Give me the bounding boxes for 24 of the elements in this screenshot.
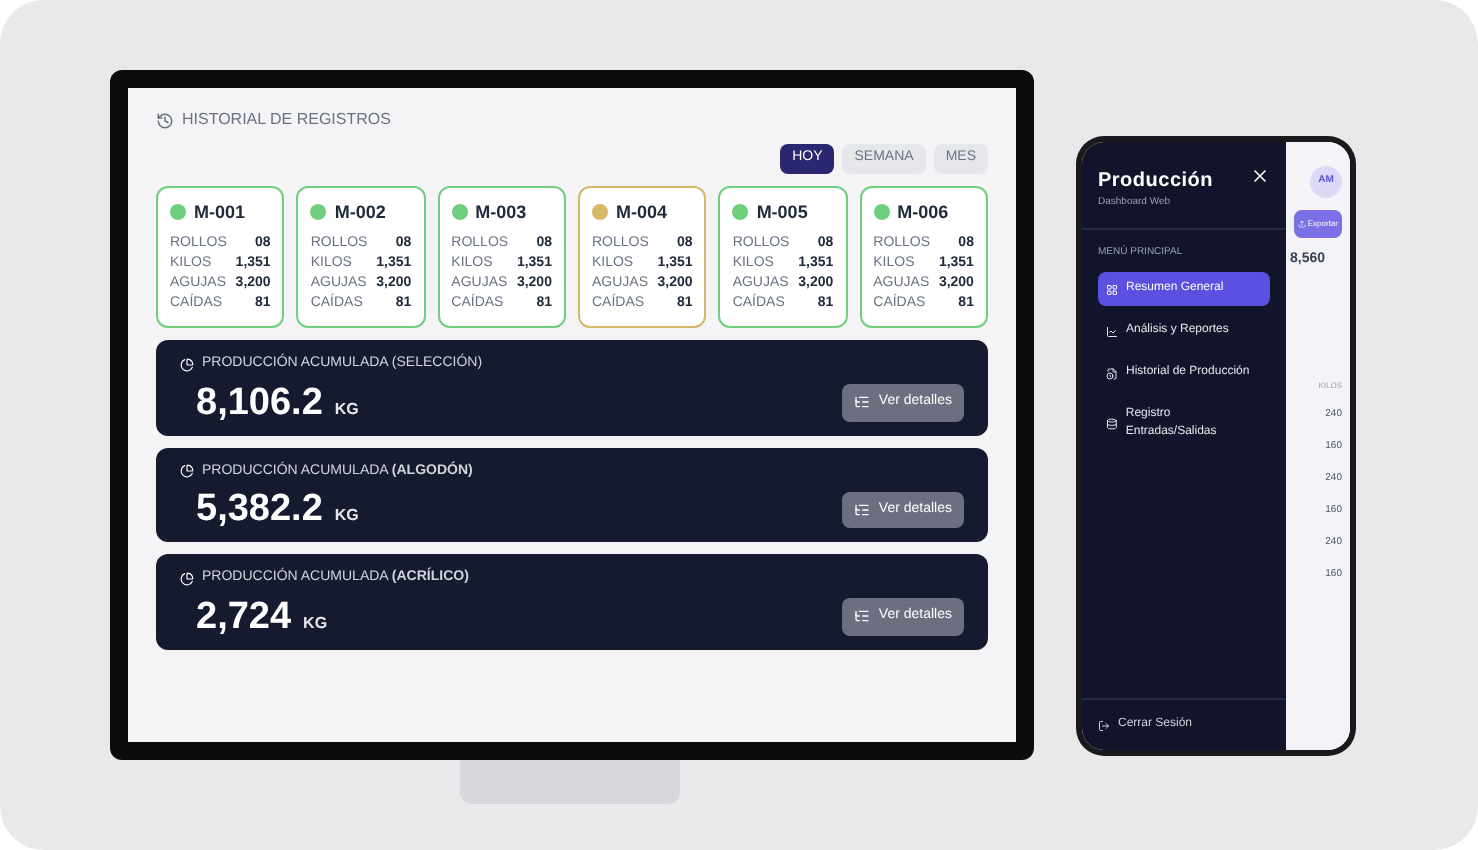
machine-name: M-005 [756,199,808,225]
pie-icon [180,357,194,372]
unit-label: KG [334,504,359,528]
machine-name: M-003 [475,199,527,225]
list-icon [854,501,871,518]
pie-icon [180,571,194,586]
production-value: 2,724 [196,597,292,635]
pie-icon [180,464,194,479]
production-value: 5,382.2 [196,490,323,528]
machine-name: M-006 [897,199,949,225]
list-icon [854,394,871,411]
machine-name: M-002 [334,199,386,225]
logout-icon [1098,719,1110,731]
list-icon [854,608,871,625]
export-icon [1297,220,1306,228]
machine-name: M-001 [194,199,246,225]
app-title: Producción [1098,168,1214,196]
production-value: 8,106.2 [196,383,323,421]
machine-name: M-004 [615,199,667,225]
close-icon[interactable] [1250,166,1270,186]
history-icon [156,111,174,129]
section-title: HISTORIAL DE REGISTROS [182,108,391,132]
unit-label: KG [303,611,328,635]
unit-label: KG [334,397,359,421]
